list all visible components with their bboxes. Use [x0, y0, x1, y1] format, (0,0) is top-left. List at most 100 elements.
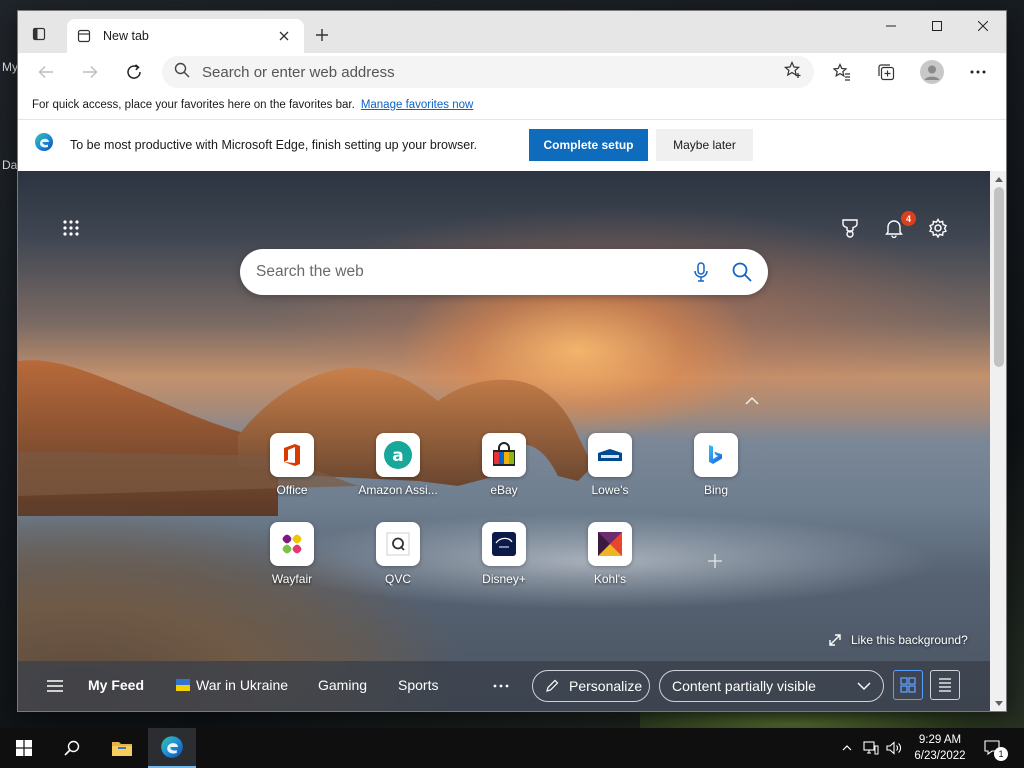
feed-tab-gaming[interactable]: Gaming: [318, 677, 367, 693]
bing-logo-icon: [694, 433, 738, 477]
collections-icon[interactable]: [870, 56, 902, 88]
newtab-page-icon: [77, 28, 93, 44]
quick-link-label: Amazon Assi...: [358, 483, 438, 497]
favorites-bar-text: For quick access, place your favorites h…: [32, 99, 355, 111]
browser-window: New tab Search or enter web address For …: [17, 10, 1007, 712]
feed-more-icon[interactable]: [492, 681, 510, 691]
quick-link-wayfair[interactable]: Wayfair: [247, 522, 337, 594]
window-controls: [868, 11, 1006, 41]
quick-link-label: Office: [276, 483, 308, 497]
amazon-assistant-logo-icon: a: [376, 433, 420, 477]
disney-plus-logo-icon: [482, 522, 526, 566]
quick-link-kohls[interactable]: Kohl's: [565, 522, 655, 594]
taskbar: 9:29 AM 6/23/2022 1: [0, 728, 1024, 768]
maximize-icon[interactable]: [914, 11, 960, 41]
favorites-bar: For quick access, place your favorites h…: [18, 91, 1006, 119]
ebay-bag-icon: [482, 433, 526, 477]
scroll-up-arrow-icon[interactable]: [994, 174, 1004, 184]
scroll-down-arrow-icon[interactable]: [994, 698, 1004, 708]
network-icon[interactable]: [861, 728, 881, 768]
content-visibility-select[interactable]: Content partially visible: [659, 670, 884, 702]
rewards-icon[interactable]: [838, 216, 862, 240]
web-search-box[interactable]: [240, 249, 768, 295]
edge-logo-icon: [34, 132, 54, 157]
more-options-icon[interactable]: [962, 56, 994, 88]
chevron-down-icon: [857, 682, 871, 690]
quick-link-office[interactable]: Office: [247, 433, 337, 505]
minimize-icon[interactable]: [868, 11, 914, 41]
ukraine-flag-icon: [176, 679, 190, 691]
notifications-badge: 4: [901, 211, 916, 226]
page-settings-gear-icon[interactable]: [926, 216, 950, 240]
like-background-link[interactable]: Like this background?: [828, 633, 968, 647]
refresh-icon[interactable]: [118, 56, 150, 88]
close-window-icon[interactable]: [960, 11, 1006, 41]
quick-link-ebay[interactable]: eBay: [459, 433, 549, 505]
taskbar-edge-icon[interactable]: [148, 728, 196, 768]
complete-setup-button[interactable]: Complete setup: [529, 129, 648, 161]
favorites-icon[interactable]: [826, 56, 858, 88]
add-quick-link-plus-icon[interactable]: [704, 550, 726, 572]
app-launcher-icon[interactable]: [60, 217, 82, 239]
address-input[interactable]: [202, 63, 784, 81]
forward-arrow-icon[interactable]: [74, 56, 106, 88]
desktop-icon-label[interactable]: Da: [2, 158, 17, 172]
feed-tab-my-feed[interactable]: My Feed: [88, 677, 144, 693]
taskbar-clock[interactable]: 9:29 AM 6/23/2022: [905, 732, 975, 764]
tab-title: New tab: [103, 29, 149, 43]
clock-time: 9:29 AM: [918, 734, 962, 746]
add-favorite-icon[interactable]: [783, 60, 802, 84]
toolbar: [18, 53, 1006, 91]
new-tab-plus-icon[interactable]: [310, 23, 334, 47]
desktop-icon-label[interactable]: My: [2, 60, 18, 74]
like-background-text: Like this background?: [851, 633, 968, 647]
manage-favorites-link[interactable]: Manage favorites now: [361, 99, 474, 111]
grid-view-icon[interactable]: [893, 670, 923, 700]
feed-tab-sports[interactable]: Sports: [398, 677, 438, 693]
new-tab-page: 4 Office a Am: [18, 171, 990, 711]
web-search-input[interactable]: [256, 263, 694, 281]
quick-link-qvc[interactable]: QVC: [353, 522, 443, 594]
volume-speaker-icon[interactable]: [884, 728, 904, 768]
quick-link-amazon[interactable]: a Amazon Assi...: [353, 433, 443, 505]
quick-link-lowes[interactable]: Lowe's: [565, 433, 655, 505]
title-bar: New tab: [18, 11, 1006, 53]
list-view-icon[interactable]: [930, 670, 960, 700]
quick-link-label: Bing: [703, 483, 729, 497]
start-windows-icon[interactable]: [0, 728, 48, 768]
content-visibility-value: Content partially visible: [672, 678, 816, 694]
close-tab-icon[interactable]: [274, 26, 294, 46]
back-arrow-icon[interactable]: [30, 56, 62, 88]
scrollbar-thumb[interactable]: [994, 187, 1004, 367]
address-bar[interactable]: [162, 56, 814, 88]
personalize-button[interactable]: Personalize: [532, 670, 650, 702]
collapse-quick-links-chevron-icon[interactable]: [744, 395, 760, 407]
tab-new-tab[interactable]: New tab: [67, 19, 304, 53]
microphone-icon[interactable]: [694, 262, 708, 282]
feed-tab-war-in-ukraine[interactable]: War in Ukraine: [176, 677, 288, 693]
expand-arrows-icon: [828, 633, 842, 647]
feed-menu-hamburger-icon[interactable]: [46, 678, 64, 694]
office-logo-icon: [270, 433, 314, 477]
search-icon: [174, 62, 190, 83]
lowes-logo-icon: [588, 433, 632, 477]
page-scrollbar[interactable]: [990, 171, 1006, 711]
show-hidden-icons-chevron-icon[interactable]: [838, 728, 856, 768]
quick-link-disney[interactable]: Disney+: [459, 522, 549, 594]
setup-banner-text: To be most productive with Microsoft Edg…: [70, 137, 478, 152]
search-submit-icon[interactable]: [732, 262, 752, 282]
taskbar-search-icon[interactable]: [48, 728, 96, 768]
profile-avatar[interactable]: [916, 56, 948, 88]
file-explorer-folder-icon[interactable]: [98, 728, 146, 768]
quick-link-label: eBay: [490, 483, 518, 497]
clock-date: 6/23/2022: [914, 750, 966, 762]
feed-tab-label: War in Ukraine: [196, 677, 289, 693]
maybe-later-button[interactable]: Maybe later: [656, 129, 753, 161]
setup-banner: To be most productive with Microsoft Edg…: [18, 119, 1006, 169]
pencil-icon: [545, 679, 559, 693]
quick-link-bing[interactable]: Bing: [671, 433, 761, 505]
qvc-logo-icon: [376, 522, 420, 566]
tab-actions-icon[interactable]: [28, 23, 50, 45]
wayfair-logo-icon: [270, 522, 314, 566]
quick-link-label: QVC: [384, 572, 411, 586]
